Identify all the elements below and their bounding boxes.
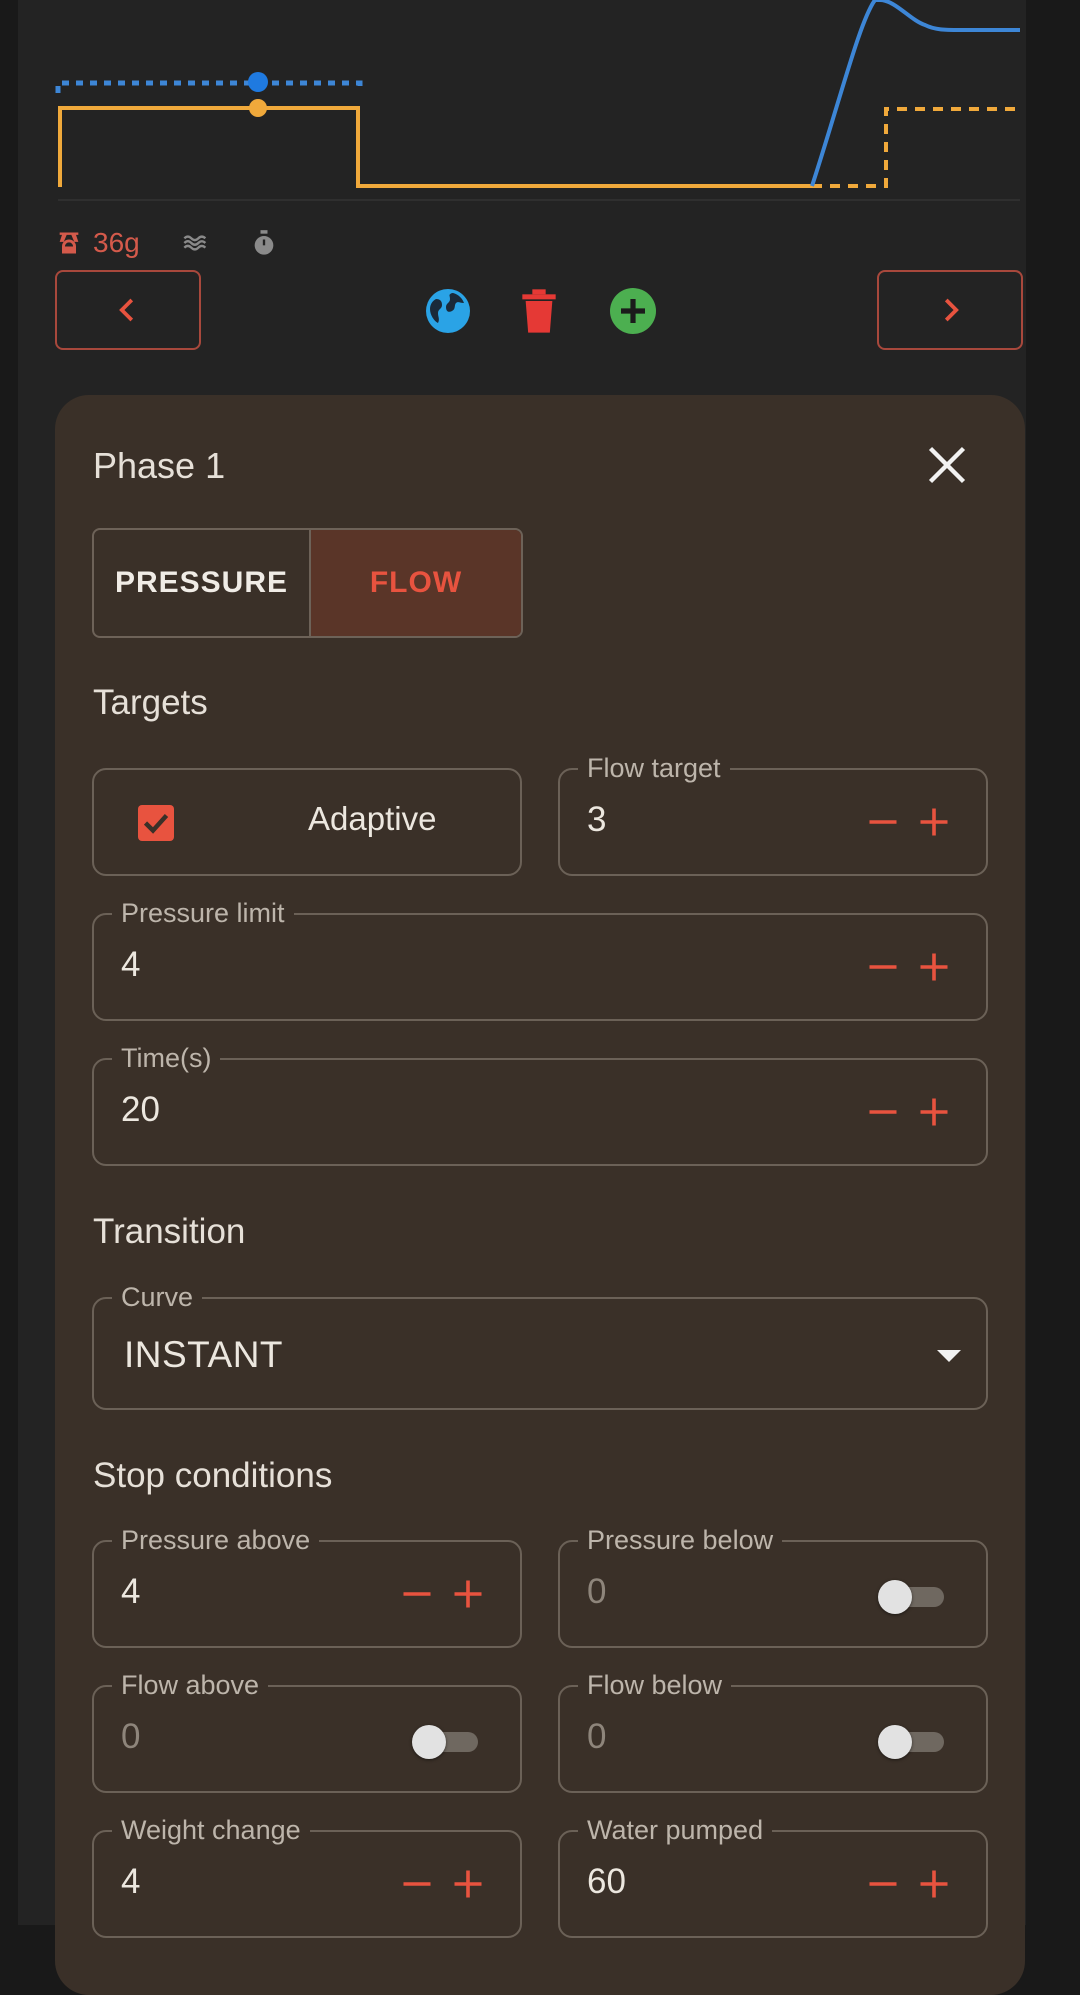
phase-card: Phase 1 PRESSURE FLOW Targets Adaptive F… xyxy=(55,395,1025,1995)
globe-button[interactable] xyxy=(424,287,472,335)
plus-icon[interactable] xyxy=(916,949,952,985)
flow-target-label: Flow target xyxy=(578,752,730,784)
stop-conditions-heading: Stop conditions xyxy=(93,1456,333,1495)
time-value[interactable]: 20 xyxy=(121,1090,160,1130)
adaptive-label: Adaptive xyxy=(308,800,437,837)
pressure-dotted-line xyxy=(55,80,363,93)
pressure-curve xyxy=(810,0,1020,187)
previous-phase-button[interactable] xyxy=(55,270,201,350)
scale-icon xyxy=(59,232,79,254)
chevron-right-icon xyxy=(944,298,959,322)
weight-stat: 36g xyxy=(55,227,140,259)
add-circle-icon xyxy=(610,288,656,334)
flow-below-field[interactable]: Flow below 0 xyxy=(558,1669,988,1793)
plus-icon[interactable] xyxy=(916,1094,952,1130)
stopwatch-icon xyxy=(254,230,274,255)
flow-type-button[interactable]: FLOW xyxy=(311,530,521,636)
weight-change-field[interactable]: Weight change 4 xyxy=(92,1814,522,1938)
flow-below-value[interactable]: 0 xyxy=(587,1717,606,1757)
pressure-below-label: Pressure below xyxy=(578,1524,783,1556)
pressure-type-button[interactable]: PRESSURE xyxy=(94,530,311,636)
time-field[interactable]: Time(s) 20 xyxy=(92,1042,988,1166)
transition-heading: Transition xyxy=(93,1212,246,1251)
flow-point[interactable] xyxy=(249,99,267,117)
minus-icon[interactable] xyxy=(865,949,901,985)
water-stat xyxy=(182,229,210,257)
minus-icon[interactable] xyxy=(865,1866,901,1902)
flow-line xyxy=(58,106,812,188)
flow-below-label: Flow below xyxy=(578,1669,732,1701)
flow-target-field[interactable]: Flow target 3 xyxy=(558,752,988,876)
pressure-limit-label: Pressure limit xyxy=(112,897,294,929)
minus-icon[interactable] xyxy=(399,1576,435,1612)
flow-dashed-line xyxy=(812,107,1018,188)
water-pumped-value[interactable]: 60 xyxy=(587,1862,626,1902)
globe-icon xyxy=(426,289,470,333)
pressure-below-toggle[interactable] xyxy=(878,1580,944,1614)
water-pumped-field[interactable]: Water pumped 60 xyxy=(558,1814,988,1938)
flow-above-toggle[interactable] xyxy=(412,1725,478,1759)
flow-below-toggle[interactable] xyxy=(878,1725,944,1759)
pressure-below-value[interactable]: 0 xyxy=(587,1572,606,1612)
chevron-left-icon xyxy=(119,298,134,322)
minus-icon[interactable] xyxy=(399,1866,435,1902)
next-phase-button[interactable] xyxy=(877,270,1023,350)
add-phase-button[interactable] xyxy=(609,287,657,335)
plus-icon[interactable] xyxy=(450,1576,486,1612)
adaptive-checkbox[interactable] xyxy=(138,805,174,841)
pressure-above-field[interactable]: Pressure above 4 xyxy=(92,1524,522,1648)
flow-above-label: Flow above xyxy=(112,1669,269,1701)
phase-type-toggle: PRESSURE FLOW xyxy=(92,528,523,638)
plus-icon[interactable] xyxy=(916,804,952,840)
time-stat xyxy=(250,229,278,257)
pressure-limit-value[interactable]: 4 xyxy=(121,945,140,985)
pressure-above-value[interactable]: 4 xyxy=(121,1572,140,1612)
plus-icon[interactable] xyxy=(450,1866,486,1902)
time-label: Time(s) xyxy=(112,1042,221,1074)
delete-phase-button[interactable] xyxy=(515,287,563,335)
curve-label: Curve xyxy=(112,1281,203,1313)
flow-above-value[interactable]: 0 xyxy=(121,1717,140,1757)
flow-target-value[interactable]: 3 xyxy=(587,800,606,840)
flow-above-field[interactable]: Flow above 0 xyxy=(92,1669,522,1793)
close-icon[interactable] xyxy=(925,443,969,487)
curve-select[interactable]: Curve INSTANT xyxy=(92,1281,988,1410)
pressure-point[interactable] xyxy=(248,72,268,92)
pressure-limit-field[interactable]: Pressure limit 4 xyxy=(92,897,988,1021)
minus-icon[interactable] xyxy=(865,1094,901,1130)
weight-value: 36g xyxy=(93,227,140,258)
adaptive-field[interactable]: Adaptive xyxy=(92,768,522,876)
profile-graph xyxy=(55,0,1020,201)
targets-heading: Targets xyxy=(93,683,208,722)
pressure-below-field[interactable]: Pressure below 0 xyxy=(558,1524,988,1648)
minus-icon[interactable] xyxy=(865,804,901,840)
weight-change-value[interactable]: 4 xyxy=(121,1862,140,1902)
curve-value: INSTANT xyxy=(124,1334,284,1375)
weight-change-label: Weight change xyxy=(112,1814,310,1846)
shot-stats: 36g xyxy=(55,223,310,263)
water-pumped-label: Water pumped xyxy=(578,1814,773,1846)
phase-title: Phase 1 xyxy=(93,445,226,486)
trash-icon xyxy=(522,289,556,333)
plus-icon[interactable] xyxy=(916,1866,952,1902)
caret-down-icon xyxy=(937,1350,961,1362)
water-waves-icon xyxy=(183,235,206,251)
pressure-above-label: Pressure above xyxy=(112,1524,320,1556)
